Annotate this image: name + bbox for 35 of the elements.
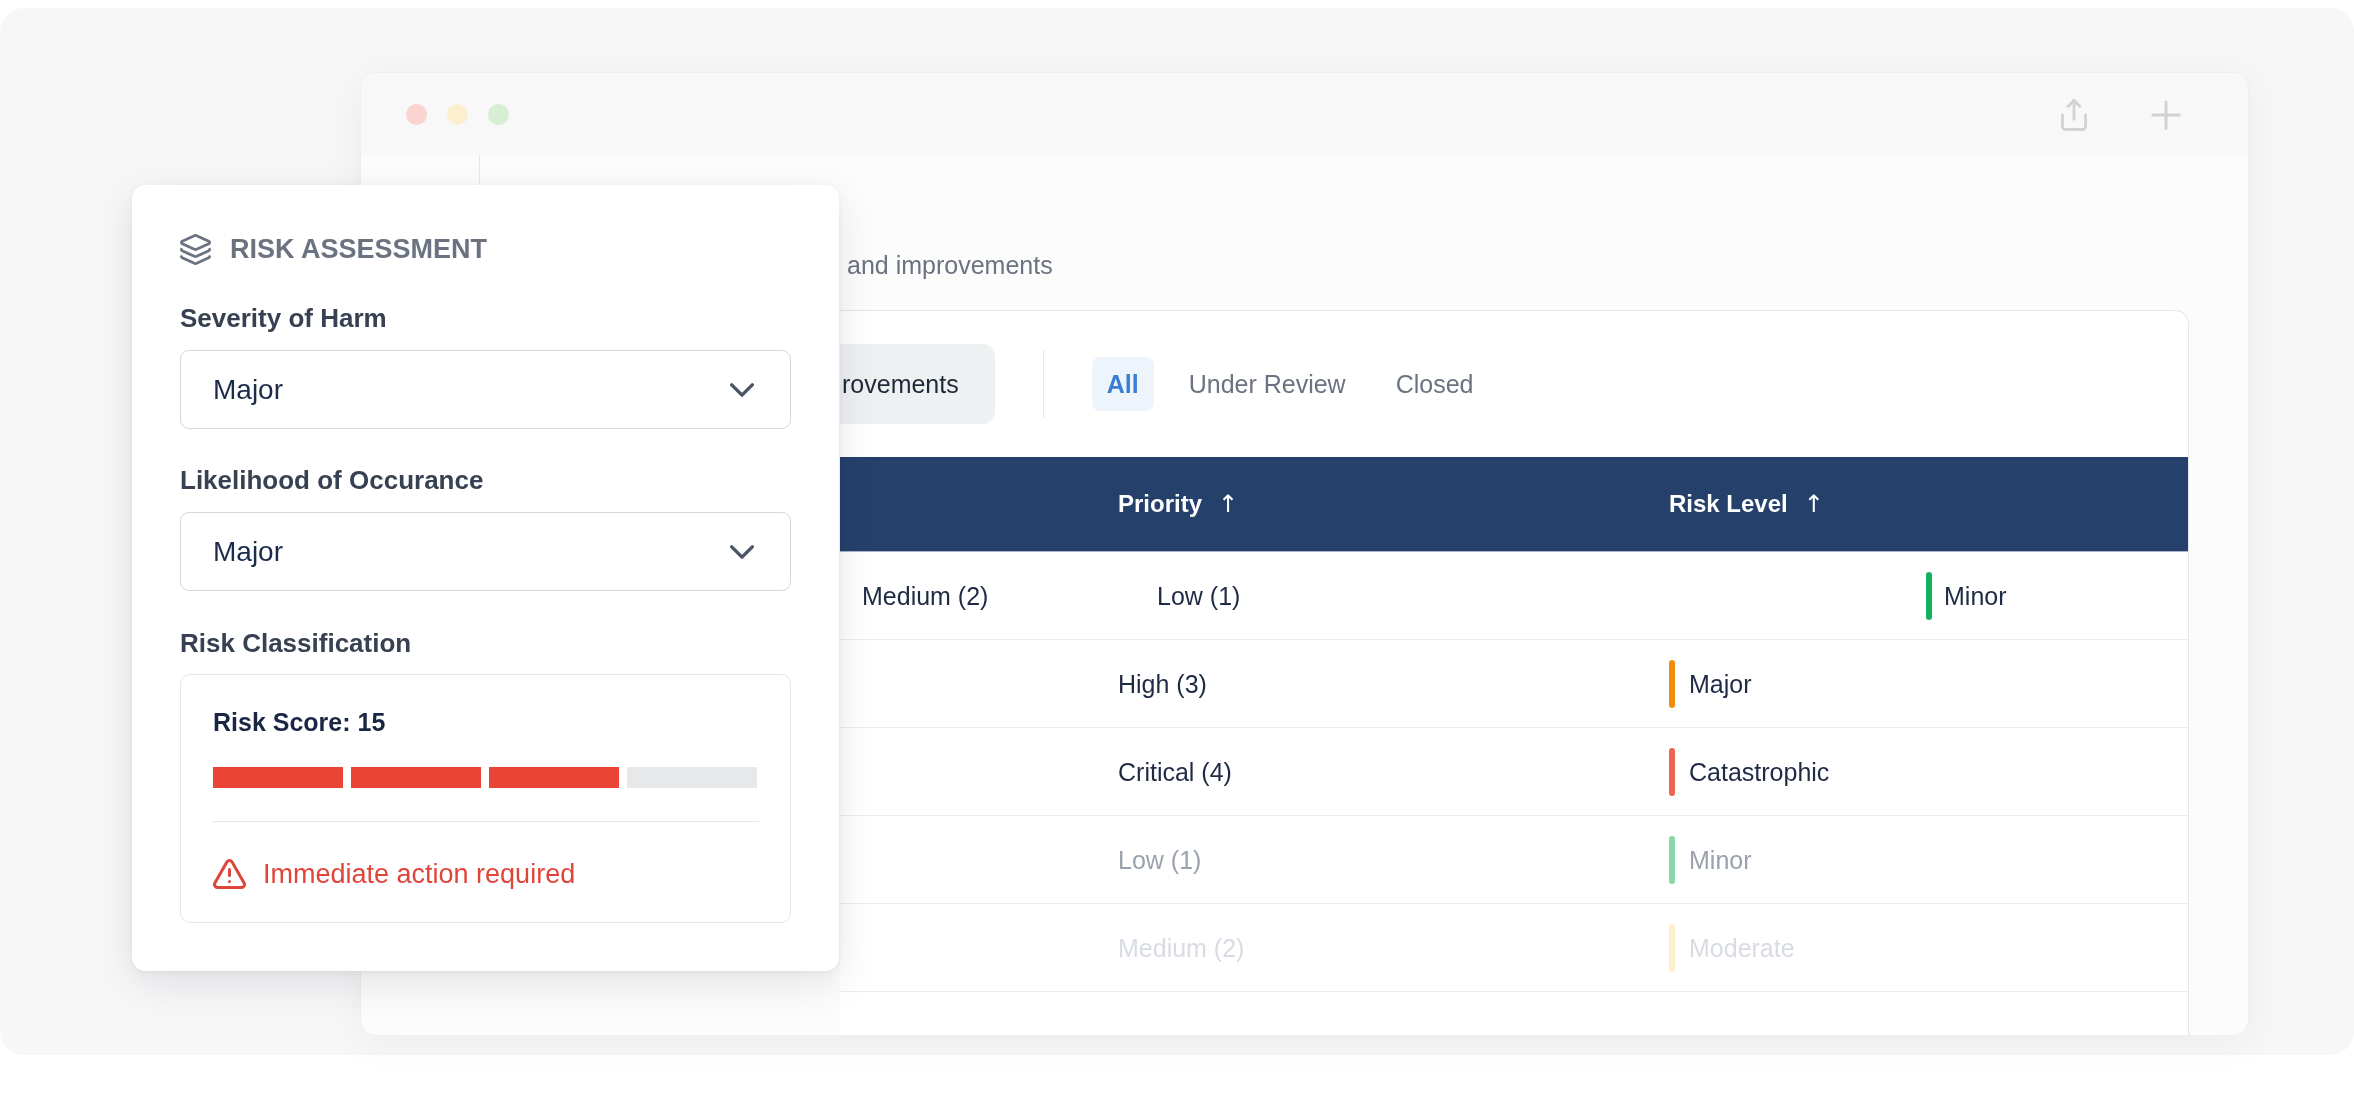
field-label: Likelihood of Occurance <box>180 464 484 497</box>
column-header[interactable]: Priority ↑ <box>1118 490 1239 518</box>
arrow-up-icon: ↑ <box>1218 490 1239 518</box>
table-cell-text: Catastrophic <box>1689 756 1830 788</box>
table-cell-text: Low (1) <box>1118 844 1202 876</box>
window-maximize-icon[interactable] <box>488 104 509 125</box>
table-cell-text: Minor <box>1689 844 1752 876</box>
table-cell-text: Major <box>1689 668 1752 700</box>
layers-icon <box>180 233 211 265</box>
page-subtitle: and improvements <box>847 250 1053 281</box>
view-tab[interactable]: rovements <box>840 344 995 424</box>
risk-score: Risk Score: 15 <box>213 707 386 738</box>
field-label: Severity of Harm <box>180 302 387 335</box>
share-icon[interactable] <box>2061 98 2087 131</box>
plus-icon[interactable] <box>2151 99 2181 130</box>
table-cell-text: Low (1) <box>1157 580 1241 612</box>
filter-tab[interactable]: All <box>1091 357 1154 411</box>
warning-icon <box>213 859 246 889</box>
chevron-down-icon <box>730 382 754 397</box>
window-close-icon[interactable] <box>406 104 427 125</box>
field-label: Risk Classification <box>180 627 412 660</box>
panel-title: RISK ASSESSMENT <box>230 233 488 266</box>
table-cell-text: Minor <box>1944 580 2007 612</box>
filter-tab[interactable]: Under Review <box>1173 357 1361 411</box>
chevron-down-icon <box>730 544 754 559</box>
table-cell-text: High (3) <box>1118 668 1207 700</box>
window-minimize-icon[interactable] <box>447 104 468 125</box>
dropdown-select[interactable]: Major <box>180 512 791 591</box>
arrow-up-icon: ↑ <box>1803 490 1824 518</box>
filter-tab[interactable]: Closed <box>1380 357 1489 411</box>
dropdown-select[interactable]: Major <box>180 350 791 429</box>
table-cell-text: Medium (2) <box>862 580 989 612</box>
alert-text: Immediate action required <box>263 858 576 891</box>
column-header[interactable]: Risk Level ↑ <box>1669 490 1824 518</box>
table-cell-text: Critical (4) <box>1118 756 1232 788</box>
